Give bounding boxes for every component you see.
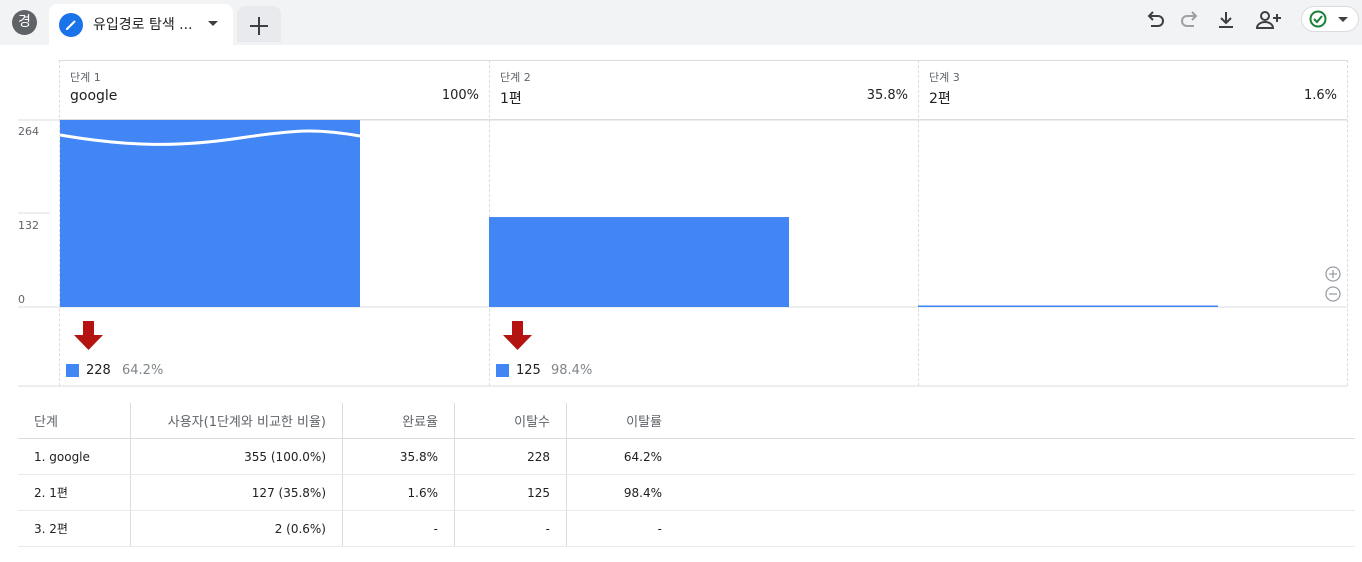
person-add-icon[interactable] <box>1254 8 1284 32</box>
table-cell: 127 (35.8%) <box>130 474 343 511</box>
dropoff-percent: 64.2% <box>122 363 164 378</box>
table-row: 3. 2편 2 (0.6%) - - - <box>18 510 1355 547</box>
table-cell-empty <box>678 474 1355 511</box>
legend-swatch <box>496 364 509 377</box>
top-bar: 경 유입경로 탐색 ... <box>0 0 1362 45</box>
tab-label: 유입경로 탐색 ... <box>93 17 193 33</box>
dropoff-count[interactable]: 125 <box>516 363 541 378</box>
table-cell: 64.2% <box>566 438 678 475</box>
table-cell: - <box>566 510 678 547</box>
table-cell: 355 (100.0%) <box>130 438 343 475</box>
table-header-row: 단계 사용자(1단계와 비교한 비율) 완료율 이탈수 이탈률 <box>18 403 1355 439</box>
column-header-step[interactable]: 단계 <box>18 403 131 439</box>
table-cell: 35.8% <box>342 438 455 475</box>
table-row: 2. 1편 127 (35.8%) 1.6% 125 98.4% <box>18 474 1355 511</box>
column-header-users[interactable]: 사용자(1단계와 비교한 비율) <box>130 403 343 439</box>
avatar[interactable]: 경 <box>12 10 37 35</box>
plus-icon <box>250 17 268 35</box>
bar-step-2[interactable] <box>489 217 789 307</box>
table-cell: - <box>454 510 567 547</box>
table-row: 1. google 355 (100.0%) 35.8% 228 64.2% <box>18 438 1355 475</box>
table-cell: 228 <box>454 438 567 475</box>
dropoff-arrow-icon <box>74 321 103 350</box>
column-header-abandonments[interactable]: 이탈수 <box>454 403 567 439</box>
bar-chart <box>18 119 1347 387</box>
column-header-completion-rate[interactable]: 완료율 <box>342 403 455 439</box>
legend-swatch <box>66 364 79 377</box>
table-cell-empty <box>678 510 1355 547</box>
table-cell: 125 <box>454 474 567 511</box>
table-cell[interactable]: 1. google <box>18 438 131 475</box>
download-icon[interactable] <box>1213 8 1239 32</box>
tab-exploration[interactable]: 유입경로 탐색 ... <box>49 4 233 45</box>
zoom-in-icon[interactable] <box>1325 266 1341 282</box>
dropoff-arrow-icon <box>503 321 532 350</box>
add-tab-button[interactable] <box>237 6 281 42</box>
funnel-chart: 단계 1 google 100% 단계 2 1편 35.8% 단계 3 2편 1… <box>18 60 1348 388</box>
table-cell[interactable]: 2. 1편 <box>18 474 131 511</box>
redo-icon[interactable] <box>1177 8 1203 32</box>
bar-step-3[interactable] <box>918 305 1218 308</box>
table-cell: 1.6% <box>342 474 455 511</box>
dropoff-percent: 98.4% <box>551 363 593 378</box>
edit-icon[interactable] <box>59 13 83 37</box>
table-cell: 2 (0.6%) <box>130 510 343 547</box>
funnel-table: 단계 사용자(1단계와 비교한 비율) 완료율 이탈수 이탈률 1. googl… <box>18 403 1355 547</box>
column-spacer <box>678 403 1355 439</box>
undo-icon[interactable] <box>1142 8 1168 32</box>
table-cell: - <box>342 510 455 547</box>
table-cell[interactable]: 3. 2편 <box>18 510 131 547</box>
table-cell: 98.4% <box>566 474 678 511</box>
dropoff-count[interactable]: 228 <box>86 363 111 378</box>
column-header-abandonment-rate[interactable]: 이탈률 <box>566 403 678 439</box>
chevron-down-icon[interactable] <box>208 21 218 26</box>
zoom-out-icon[interactable] <box>1325 286 1341 302</box>
bar-step-1[interactable] <box>60 120 360 307</box>
table-cell-empty <box>678 438 1355 475</box>
status-menu[interactable] <box>1301 6 1359 32</box>
check-circle-icon <box>1309 10 1348 28</box>
